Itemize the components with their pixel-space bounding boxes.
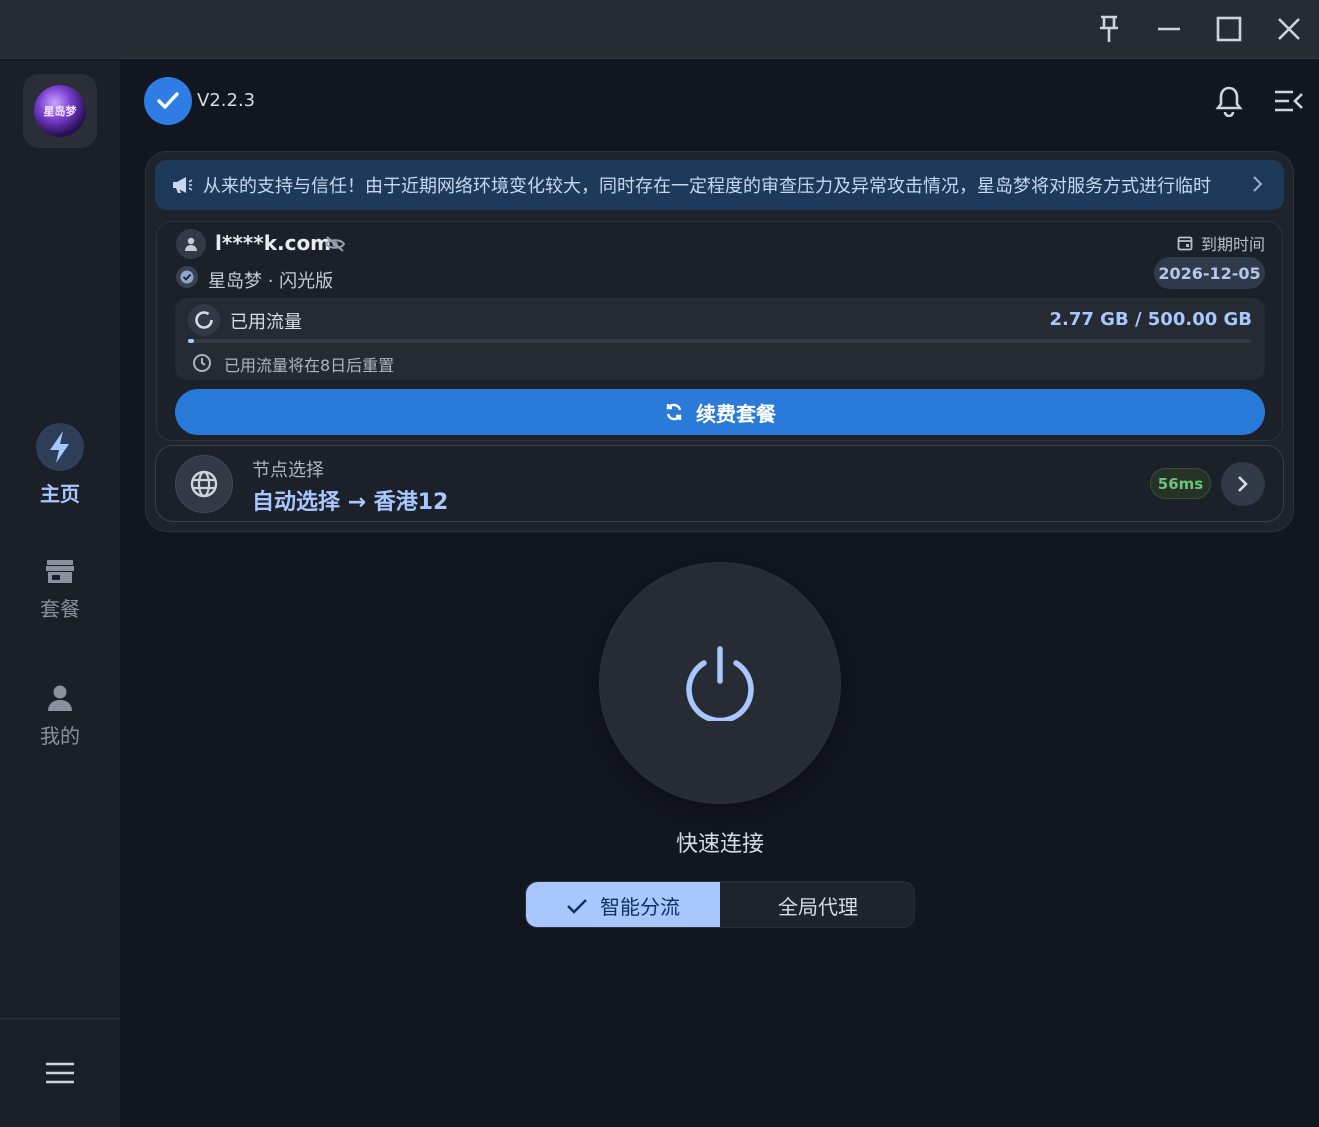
- verified-icon: [180, 270, 194, 284]
- node-value: 自动选择 → 香港12: [252, 490, 449, 515]
- globe-icon: [190, 470, 218, 498]
- chevron-right-icon: [1253, 176, 1263, 192]
- mode-label: 全局代理: [778, 895, 858, 919]
- notice-banner[interactable]: 从来的支持与信任！由于近期网络环境变化较大，同时存在一定程度的审查压力及异常攻击…: [155, 160, 1284, 210]
- refresh-icon: [666, 403, 682, 421]
- pin-button[interactable]: [1089, 10, 1129, 48]
- notice-text: 从来的支持与信任！由于近期网络环境变化较大，同时存在一定程度的审查压力及异常攻击…: [203, 176, 1211, 197]
- hamburger-icon: [46, 1062, 74, 1084]
- latency-badge: 56ms: [1150, 468, 1211, 499]
- avatar: [176, 229, 206, 259]
- clock-icon: [193, 354, 211, 372]
- notification-button[interactable]: [1212, 84, 1246, 118]
- person-icon: [48, 685, 72, 711]
- mode-smart-split[interactable]: 智能分流: [526, 882, 720, 927]
- user-icon: [185, 237, 197, 251]
- pin-icon: [1100, 15, 1118, 42]
- chevron-right-icon: [1238, 476, 1248, 492]
- lightning-icon: [36, 423, 84, 471]
- check-icon: [157, 92, 179, 109]
- collapse-menu-button[interactable]: [1272, 84, 1306, 118]
- node-title: 节点选择: [252, 460, 324, 481]
- maximize-icon: [1216, 16, 1242, 42]
- traffic-icon-wrap: [188, 304, 220, 336]
- sidebar-divider: [0, 1018, 120, 1019]
- version-text: V2.2.3: [197, 90, 256, 111]
- sidebar-item-label: 套餐: [40, 597, 80, 621]
- mode-label: 智能分流: [600, 895, 680, 919]
- sidebar-item-home[interactable]: 主页: [0, 422, 120, 507]
- node-globe-wrap: [175, 455, 233, 513]
- sidebar: 星岛梦 主页 套餐 我的: [0, 60, 120, 1127]
- data-usage-icon: [195, 311, 213, 329]
- traffic-progress-bar: [188, 339, 1251, 343]
- expire-label-text: 到期时间: [1200, 235, 1265, 254]
- connect-power-button[interactable]: [600, 563, 840, 803]
- connect-label: 快速连接: [675, 832, 764, 857]
- renew-plan-button[interactable]: 续费套餐: [175, 389, 1265, 435]
- menu-button[interactable]: [40, 1058, 80, 1088]
- menu-collapse-icon: [1275, 90, 1303, 112]
- traffic-progress-fill: [188, 339, 194, 343]
- close-button[interactable]: [1269, 10, 1309, 48]
- renew-plan-label: 续费套餐: [696, 401, 776, 426]
- megaphone-icon: [173, 177, 193, 193]
- sidebar-item-label: 主页: [40, 482, 80, 506]
- minimize-button[interactable]: [1149, 10, 1189, 48]
- check-icon: [567, 898, 587, 914]
- eye-off-icon[interactable]: [324, 235, 346, 253]
- expire-label: 到期时间: [1177, 231, 1265, 255]
- traffic-label: 已用流量: [230, 312, 302, 333]
- logo-image: 星岛梦: [34, 85, 86, 137]
- mode-global-proxy[interactable]: 全局代理: [720, 882, 914, 927]
- title-bar: [0, 0, 1319, 59]
- sidebar-item-profile[interactable]: 我的: [0, 682, 120, 749]
- traffic-value: 2.77 GB / 500.00 GB: [1049, 309, 1253, 330]
- close-icon: [1278, 18, 1300, 40]
- verified-badge: [176, 266, 198, 288]
- proxy-mode-toggle: 智能分流 全局代理: [525, 881, 915, 928]
- expire-date: 2026-12-05: [1154, 257, 1265, 289]
- calendar-icon: [1177, 236, 1193, 251]
- traffic-reset-text: 已用流量将在8日后重置: [224, 356, 395, 375]
- minimize-icon: [1158, 27, 1180, 31]
- maximize-button[interactable]: [1209, 10, 1249, 48]
- power-icon: [686, 646, 754, 721]
- plan-name: 星岛梦 · 闪光版: [208, 271, 334, 292]
- app-logo[interactable]: 星岛梦: [23, 74, 97, 148]
- sidebar-item-label: 我的: [40, 724, 80, 748]
- version-badge: [144, 77, 192, 125]
- store-icon: [46, 560, 74, 583]
- node-open-button[interactable]: [1221, 462, 1265, 506]
- sidebar-item-plans[interactable]: 套餐: [0, 555, 120, 622]
- account-email: l****k.com: [215, 231, 332, 255]
- bell-icon: [1215, 86, 1243, 117]
